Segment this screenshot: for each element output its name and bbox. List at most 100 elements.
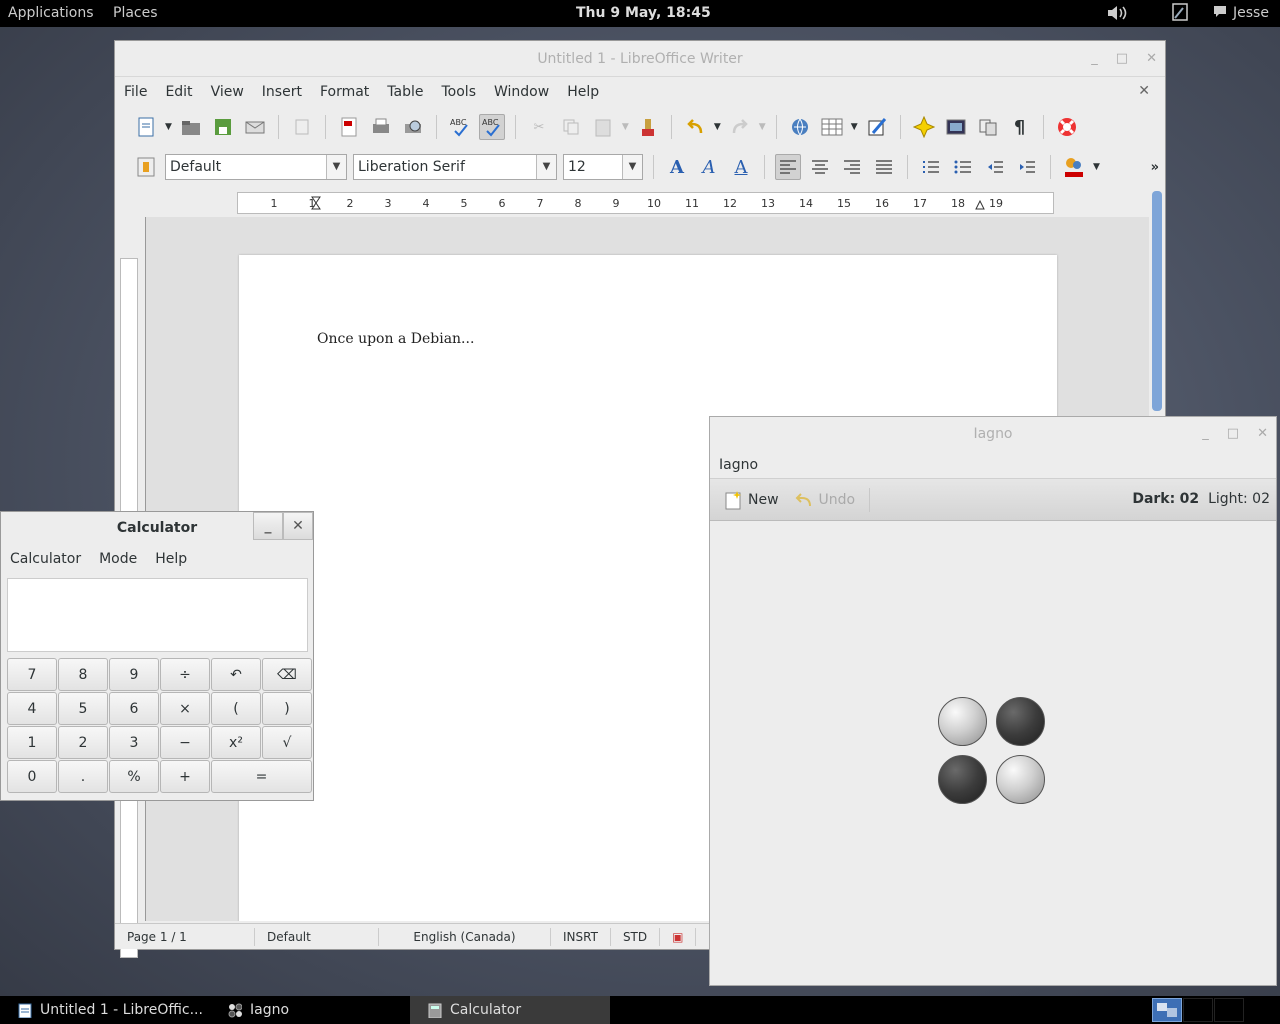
new-game-button[interactable]: New <box>720 490 783 510</box>
justify-icon[interactable] <box>871 154 897 180</box>
clock[interactable]: Thu 9 May, 18:45 <box>576 5 711 21</box>
menu-insert[interactable]: Insert <box>253 84 311 100</box>
task-iagno[interactable]: Iagno <box>210 996 410 1024</box>
font-size-select[interactable]: 12 ▼ <box>563 154 643 180</box>
places-menu[interactable]: Places <box>113 5 158 21</box>
key-5[interactable]: 5 <box>58 692 108 725</box>
key-square[interactable]: x² <box>211 726 261 759</box>
task-writer[interactable]: Untitled 1 - LibreOffic... <box>0 996 210 1024</box>
data-sources-icon[interactable] <box>975 114 1001 140</box>
writer-titlebar[interactable]: Untitled 1 - LibreOffice Writer _ □ ✕ <box>115 41 1165 77</box>
key-1[interactable]: 1 <box>7 726 57 759</box>
menu-mode[interactable]: Mode <box>90 551 146 567</box>
close-button[interactable]: ✕ <box>283 512 313 540</box>
key-3[interactable]: 3 <box>109 726 159 759</box>
copy-icon[interactable] <box>558 114 584 140</box>
task-calculator[interactable]: Calculator <box>410 996 610 1024</box>
calculator-titlebar[interactable]: Calculator _ ✕ <box>1 512 313 544</box>
user-menu[interactable]: Jesse <box>1233 5 1269 21</box>
key-multiply[interactable]: × <box>160 692 210 725</box>
chevron-down-icon[interactable]: ▼ <box>851 122 858 132</box>
key-2[interactable]: 2 <box>58 726 108 759</box>
menu-window[interactable]: Window <box>485 84 558 100</box>
close-button[interactable]: ✕ <box>1257 417 1268 451</box>
page-style[interactable]: Default <box>255 927 379 946</box>
key-percent[interactable]: % <box>109 760 159 793</box>
menu-edit[interactable]: Edit <box>156 84 201 100</box>
disc-light[interactable] <box>938 697 987 746</box>
bold-icon[interactable]: A <box>664 154 690 180</box>
horizontal-ruler[interactable]: 1 1 2 3 4 5 6 7 8 9 10 11 12 13 14 15 16 17 18 19 <box>237 192 1054 214</box>
styles-icon[interactable] <box>133 154 159 180</box>
disc-dark[interactable] <box>996 697 1045 746</box>
disc-dark[interactable] <box>938 755 987 804</box>
italic-icon[interactable]: A <box>696 154 722 180</box>
align-right-icon[interactable] <box>839 154 865 180</box>
key-divide[interactable]: ÷ <box>160 658 210 691</box>
chevron-down-icon[interactable]: ▼ <box>536 155 556 179</box>
language[interactable]: English (Canada) <box>379 927 551 946</box>
chevron-down-icon[interactable]: ▼ <box>165 122 172 132</box>
menu-calculator[interactable]: Calculator <box>1 551 90 567</box>
paste-icon[interactable] <box>590 114 616 140</box>
help-lifebuoy-icon[interactable] <box>1054 114 1080 140</box>
clone-formatting-icon[interactable] <box>635 114 661 140</box>
vertical-scrollbar[interactable] <box>1152 191 1162 411</box>
key-6[interactable]: 6 <box>109 692 159 725</box>
cut-icon[interactable]: ✂ <box>526 114 552 140</box>
decrease-indent-icon[interactable] <box>982 154 1008 180</box>
menu-view[interactable]: View <box>202 84 253 100</box>
more-options-icon[interactable]: » <box>1151 160 1159 175</box>
calculator-display[interactable] <box>7 578 308 652</box>
bullets-icon[interactable] <box>950 154 976 180</box>
insert-mode[interactable]: INSRT <box>551 927 611 946</box>
redo-icon[interactable] <box>727 114 753 140</box>
game-board[interactable] <box>938 697 1048 807</box>
key-equals[interactable]: = <box>211 760 312 793</box>
menu-tools[interactable]: Tools <box>433 84 486 100</box>
key-decimal[interactable]: . <box>58 760 108 793</box>
key-8[interactable]: 8 <box>58 658 108 691</box>
numbering-icon[interactable] <box>918 154 944 180</box>
undo-icon[interactable] <box>682 114 708 140</box>
menu-file[interactable]: File <box>115 84 156 100</box>
key-4[interactable]: 4 <box>7 692 57 725</box>
workspace-2[interactable] <box>1183 998 1213 1022</box>
menu-format[interactable]: Format <box>311 84 378 100</box>
maximize-button[interactable]: □ <box>1227 417 1239 451</box>
formatting-marks-icon[interactable]: ¶ <box>1007 114 1033 140</box>
workspace-switcher[interactable] <box>1152 998 1182 1022</box>
iagno-titlebar[interactable]: Iagno _ □ ✕ <box>710 417 1276 451</box>
key-open-paren[interactable]: ( <box>211 692 261 725</box>
navigator-icon[interactable] <box>911 114 937 140</box>
font-color-icon[interactable] <box>1061 154 1087 180</box>
font-name-select[interactable]: Liberation Serif ▼ <box>353 154 557 180</box>
menu-table[interactable]: Table <box>378 84 432 100</box>
workspace-3[interactable] <box>1214 998 1244 1022</box>
increase-indent-icon[interactable] <box>1014 154 1040 180</box>
chevron-down-icon[interactable]: ▼ <box>326 155 346 179</box>
key-0[interactable]: 0 <box>7 760 57 793</box>
key-7[interactable]: 7 <box>7 658 57 691</box>
email-icon[interactable] <box>242 114 268 140</box>
new-document-icon[interactable] <box>133 114 159 140</box>
chevron-down-icon[interactable]: ▼ <box>759 122 766 132</box>
paragraph-style-select[interactable]: Default ▼ <box>165 154 347 180</box>
key-add[interactable]: + <box>160 760 210 793</box>
minimize-button[interactable]: _ <box>253 512 283 540</box>
chevron-down-icon[interactable]: ▼ <box>622 155 642 179</box>
key-close-paren[interactable]: ) <box>262 692 312 725</box>
minimize-button[interactable]: _ <box>1202 417 1209 451</box>
underline-icon[interactable]: A <box>728 154 754 180</box>
print-preview-icon[interactable] <box>400 114 426 140</box>
spellcheck-icon[interactable]: ABC <box>447 114 473 140</box>
accessibility-icon[interactable] <box>1170 2 1190 28</box>
chevron-down-icon[interactable]: ▼ <box>714 122 721 132</box>
backspace-icon[interactable]: ⌫ <box>262 658 312 691</box>
doc-modified-icon[interactable]: ▣ <box>660 927 697 946</box>
save-icon[interactable] <box>210 114 236 140</box>
minimize-button[interactable]: _ <box>1091 41 1098 77</box>
align-left-icon[interactable] <box>775 154 801 180</box>
key-sqrt[interactable]: √ <box>262 726 312 759</box>
chevron-down-icon[interactable]: ▼ <box>622 122 629 132</box>
